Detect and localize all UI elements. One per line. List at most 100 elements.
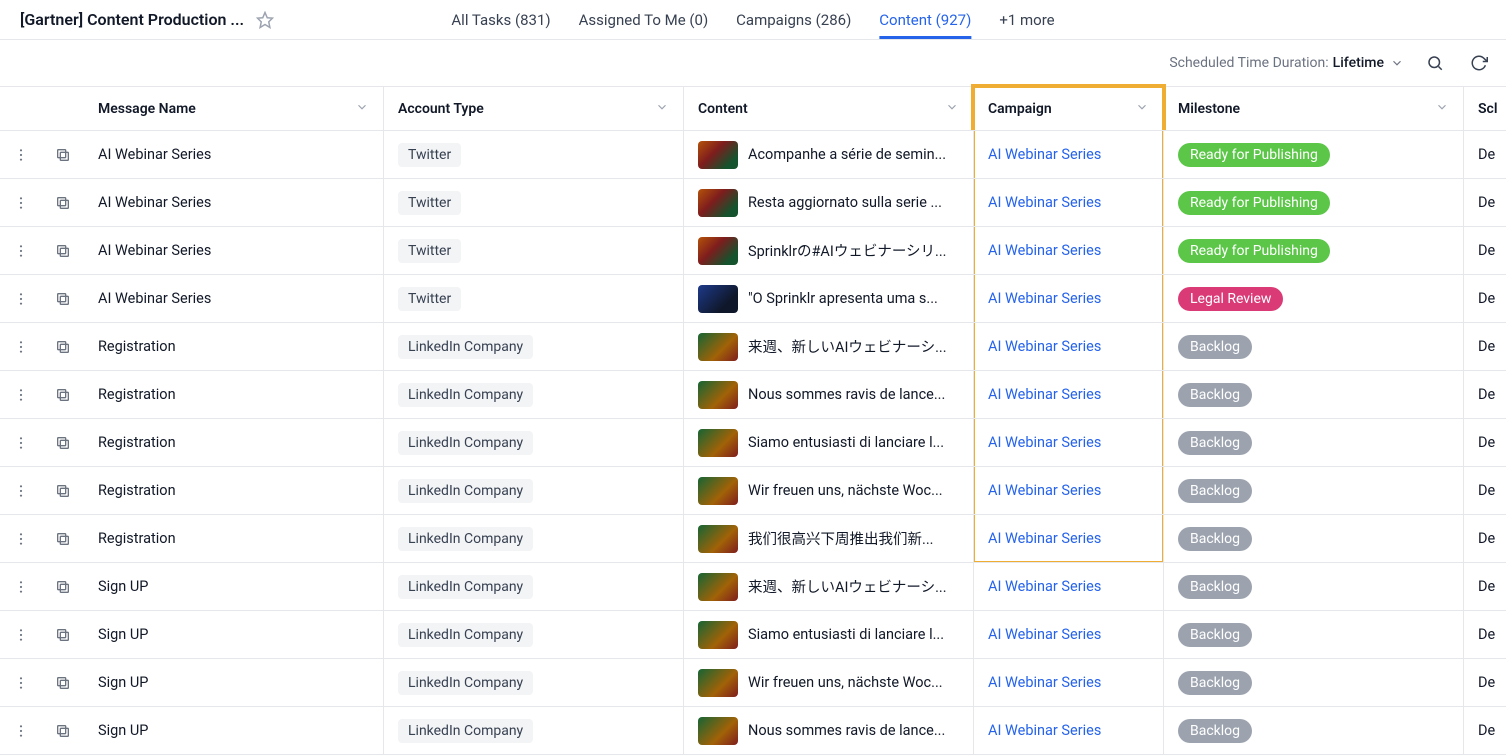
- col-account-type[interactable]: Account Type: [384, 87, 684, 130]
- cell-milestone: Backlog: [1164, 563, 1464, 610]
- campaign-link[interactable]: AI Webinar Series: [988, 338, 1101, 355]
- account-chip: LinkedIn Company: [398, 335, 533, 359]
- cell-milestone: Backlog: [1164, 323, 1464, 370]
- table-row[interactable]: RegistrationLinkedIn CompanyNous sommes …: [0, 371, 1506, 419]
- cell-overflow: De: [1464, 515, 1506, 562]
- campaign-link[interactable]: AI Webinar Series: [988, 626, 1101, 643]
- campaign-link[interactable]: AI Webinar Series: [988, 578, 1101, 595]
- open-external-icon: [55, 435, 71, 451]
- row-open-button[interactable]: [42, 227, 84, 274]
- col-message-name[interactable]: Message Name: [84, 87, 384, 130]
- row-open-button[interactable]: [42, 707, 84, 754]
- table-row[interactable]: RegistrationLinkedIn Company来週、新しいAIウェビナ…: [0, 323, 1506, 371]
- table-row[interactable]: Sign UPLinkedIn CompanyNous sommes ravis…: [0, 707, 1506, 755]
- content-thumbnail: [698, 381, 738, 409]
- row-open-button[interactable]: [42, 611, 84, 658]
- col-campaign[interactable]: Campaign: [974, 87, 1164, 130]
- chevron-down-icon: [655, 100, 669, 118]
- row-open-button[interactable]: [42, 563, 84, 610]
- campaign-link[interactable]: AI Webinar Series: [988, 722, 1101, 739]
- row-menu-button[interactable]: [0, 611, 42, 658]
- campaign-link[interactable]: AI Webinar Series: [988, 146, 1101, 163]
- row-menu-button[interactable]: [0, 323, 42, 370]
- table-row[interactable]: AI Webinar SeriesTwitterAcompanhe a séri…: [0, 131, 1506, 179]
- row-open-button[interactable]: [42, 179, 84, 226]
- campaign-link[interactable]: AI Webinar Series: [988, 674, 1101, 691]
- row-menu-button[interactable]: [0, 515, 42, 562]
- cell-account-type: LinkedIn Company: [384, 659, 684, 706]
- tab-4[interactable]: +1 more: [999, 0, 1054, 39]
- cell-milestone: Backlog: [1164, 659, 1464, 706]
- search-button[interactable]: [1422, 50, 1448, 76]
- row-menu-button[interactable]: [0, 371, 42, 418]
- row-open-button[interactable]: [42, 659, 84, 706]
- duration-selector[interactable]: Scheduled Time Duration: Lifetime: [1169, 55, 1404, 71]
- col-milestone[interactable]: Milestone: [1164, 87, 1464, 130]
- cell-overflow: De: [1464, 467, 1506, 514]
- cell-overflow: De: [1464, 419, 1506, 466]
- cell-account-type: LinkedIn Company: [384, 515, 684, 562]
- campaign-link[interactable]: AI Webinar Series: [988, 242, 1101, 259]
- table-row[interactable]: AI Webinar SeriesTwitterSprinklrの#AIウェビナ…: [0, 227, 1506, 275]
- row-open-button[interactable]: [42, 131, 84, 178]
- more-vertical-icon: [13, 723, 29, 739]
- milestone-badge: Legal Review: [1178, 287, 1283, 311]
- tab-0[interactable]: All Tasks (831): [451, 0, 550, 39]
- open-external-icon: [55, 627, 71, 643]
- row-open-button[interactable]: [42, 515, 84, 562]
- row-menu-button[interactable]: [0, 707, 42, 754]
- campaign-link[interactable]: AI Webinar Series: [988, 290, 1101, 307]
- more-vertical-icon: [13, 675, 29, 691]
- table-row[interactable]: Sign UPLinkedIn CompanySiamo entusiasti …: [0, 611, 1506, 659]
- row-open-button[interactable]: [42, 371, 84, 418]
- campaign-link[interactable]: AI Webinar Series: [988, 530, 1101, 547]
- tabs: All Tasks (831) Assigned To Me (0) Campaig…: [451, 0, 1054, 39]
- campaign-link[interactable]: AI Webinar Series: [988, 194, 1101, 211]
- row-open-button[interactable]: [42, 419, 84, 466]
- open-external-icon: [55, 387, 71, 403]
- row-menu-button[interactable]: [0, 419, 42, 466]
- favorite-button[interactable]: [252, 7, 278, 33]
- tab-1[interactable]: Assigned To Me (0): [579, 0, 709, 39]
- row-menu-button[interactable]: [0, 227, 42, 274]
- row-menu-button[interactable]: [0, 131, 42, 178]
- table-row[interactable]: AI Webinar SeriesTwitterResta aggiornato…: [0, 179, 1506, 227]
- campaign-link[interactable]: AI Webinar Series: [988, 482, 1101, 499]
- cell-campaign: AI Webinar Series: [974, 659, 1164, 706]
- duration-value: Lifetime: [1333, 55, 1384, 71]
- content-text: Acompanhe a série de semin...: [748, 146, 946, 163]
- row-open-button[interactable]: [42, 323, 84, 370]
- row-menu-button[interactable]: [0, 659, 42, 706]
- cell-content: 我们很高兴下周推出我们新...: [684, 515, 974, 562]
- cell-account-type: Twitter: [384, 179, 684, 226]
- row-open-button[interactable]: [42, 467, 84, 514]
- star-icon: [256, 11, 274, 29]
- cell-milestone: Legal Review: [1164, 275, 1464, 322]
- table-row[interactable]: Sign UPLinkedIn CompanyWir freuen uns, n…: [0, 659, 1506, 707]
- tab-3[interactable]: Content (927): [879, 0, 971, 39]
- table-row[interactable]: Sign UPLinkedIn Company来週、新しいAIウェビナーシ...…: [0, 563, 1506, 611]
- row-open-button[interactable]: [42, 275, 84, 322]
- col-overflow-label: Scl: [1478, 101, 1497, 117]
- row-menu-button[interactable]: [0, 275, 42, 322]
- cell-overflow: De: [1464, 563, 1506, 610]
- campaign-link[interactable]: AI Webinar Series: [988, 434, 1101, 451]
- milestone-badge: Backlog: [1178, 479, 1252, 503]
- row-menu-button[interactable]: [0, 179, 42, 226]
- cell-message-name: Registration: [84, 515, 384, 562]
- col-content[interactable]: Content: [684, 87, 974, 130]
- refresh-button[interactable]: [1466, 50, 1492, 76]
- content-text: Nous sommes ravis de lance...: [748, 722, 945, 739]
- table-row[interactable]: AI Webinar SeriesTwitter"O Sprinklr apre…: [0, 275, 1506, 323]
- table-row[interactable]: RegistrationLinkedIn CompanySiamo entusi…: [0, 419, 1506, 467]
- account-chip: LinkedIn Company: [398, 527, 533, 551]
- page-title: [Gartner] Content Production ...: [20, 10, 244, 29]
- row-menu-button[interactable]: [0, 467, 42, 514]
- table-row[interactable]: Registration LinkedIn Company 我们很高兴下周推出我们新…: [0, 515, 1506, 563]
- campaign-link[interactable]: AI Webinar Series: [988, 386, 1101, 403]
- row-menu-button[interactable]: [0, 563, 42, 610]
- cell-message-name: Sign UP: [84, 659, 384, 706]
- tab-2[interactable]: Campaigns (286): [736, 0, 851, 39]
- table-row[interactable]: RegistrationLinkedIn CompanyWir freuen u…: [0, 467, 1506, 515]
- cell-account-type: LinkedIn Company: [384, 707, 684, 754]
